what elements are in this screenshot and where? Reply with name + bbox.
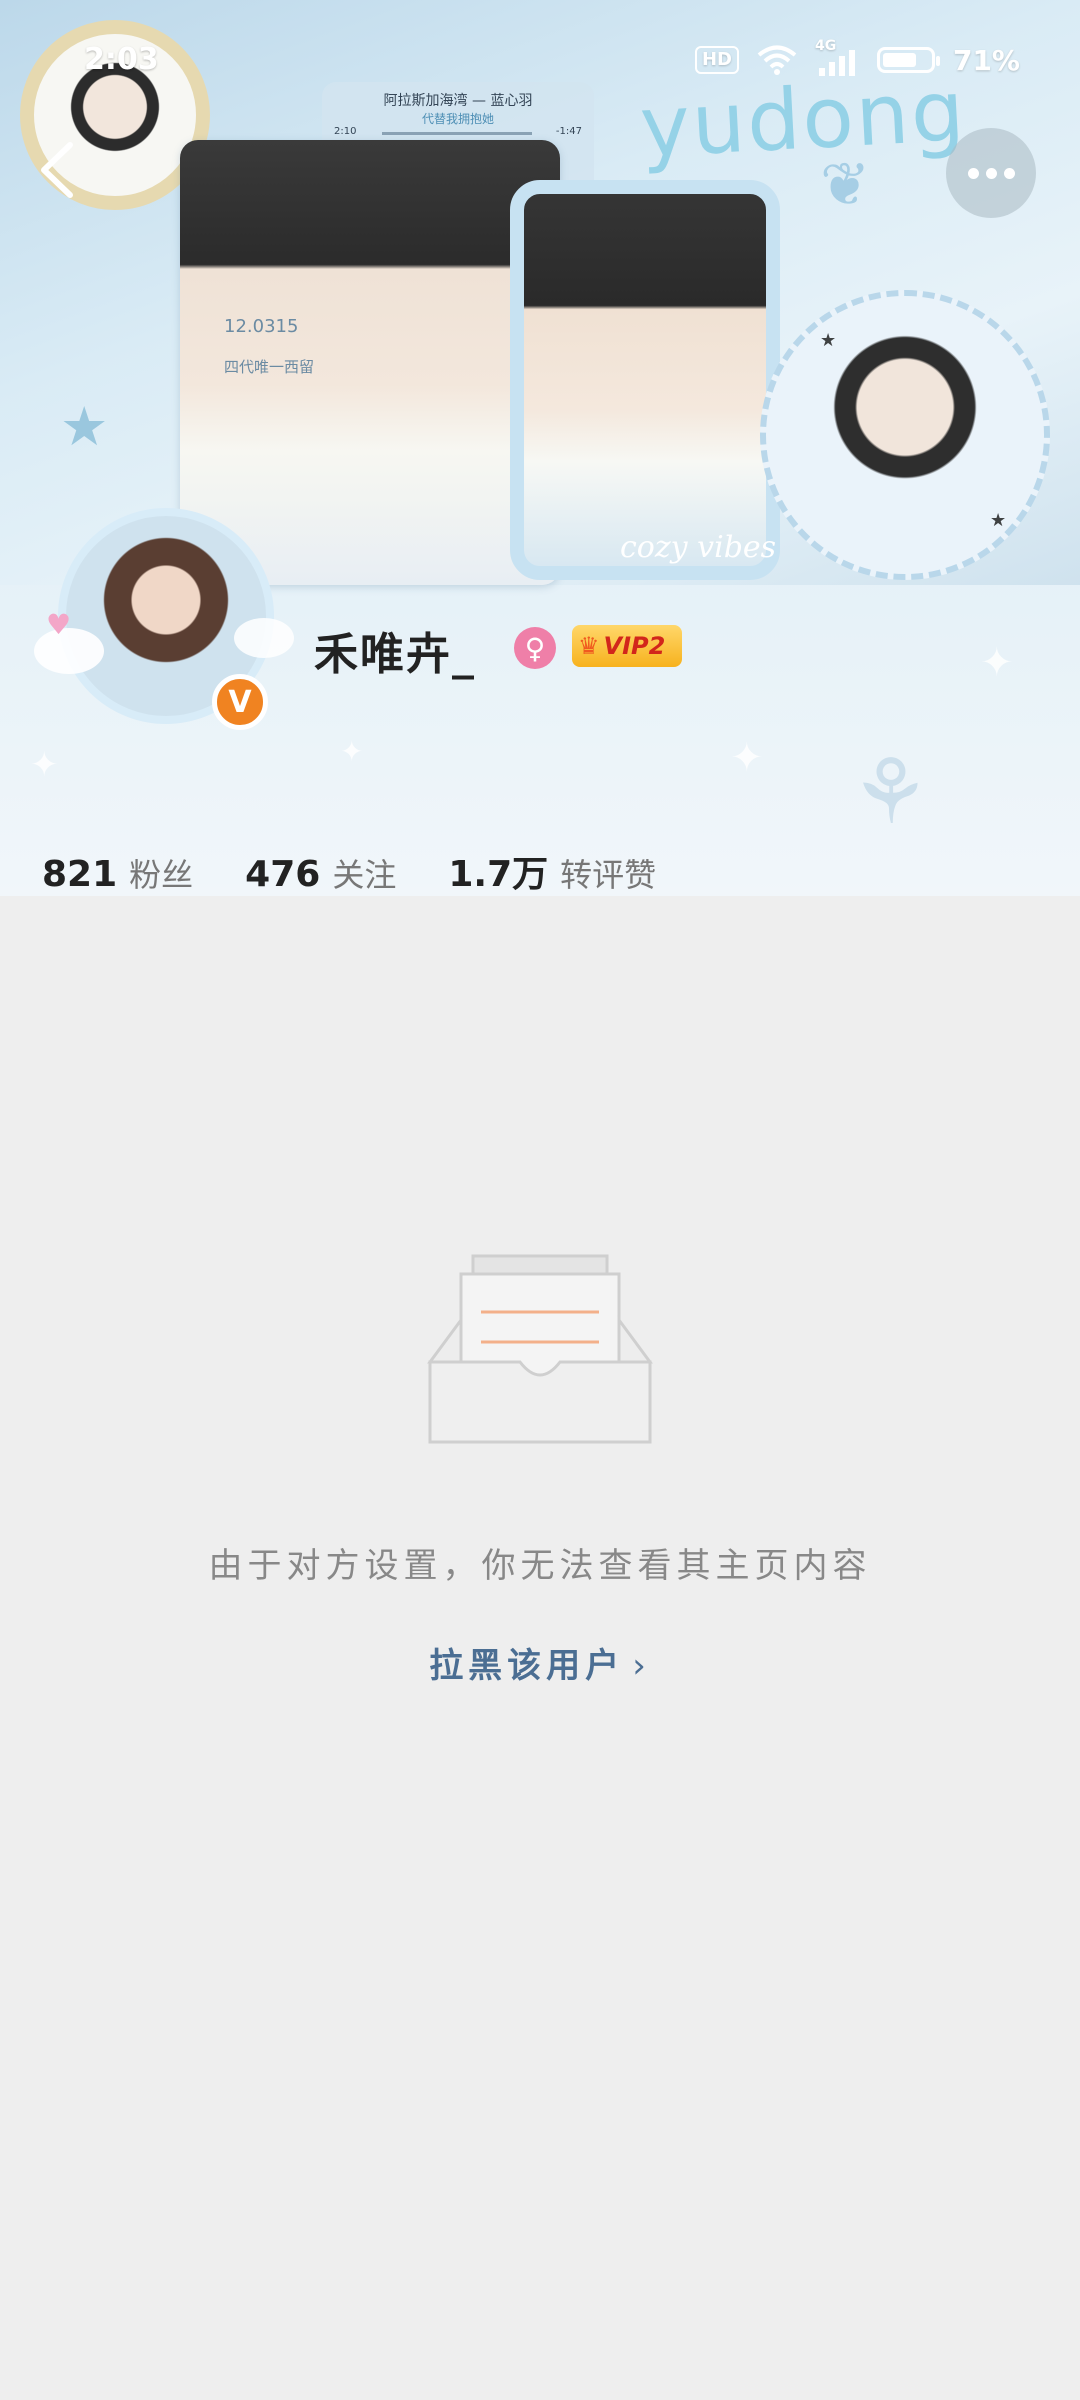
profile-stats: 821 粉丝 476 关注 1.7万 转评赞 [42,845,656,896]
stat-value: 1.7万 [448,854,549,895]
status-time: 2:03 [84,42,159,77]
music-remaining: -1:47 [555,126,582,137]
banner-caption: cozy vibes [620,530,777,565]
stat-value: 476 [245,854,321,895]
chevron-left-icon [41,142,73,198]
female-icon: ♀ [514,627,556,669]
profile-header: 阿拉斯加海湾 — 蓝心羽 代替我拥抱她 2:10 -1:47 ❚❚ yudong… [0,0,1080,896]
chevron-right-icon: › [632,1646,651,1686]
banner-photo-second [510,180,780,580]
starfish-icon: ★ [60,395,109,458]
back-button[interactable] [30,135,90,205]
stat-label: 粉丝 [129,856,194,894]
battery-icon [876,47,940,73]
heart-icon: ♥ [46,608,72,641]
banner-wordmark: yudong [637,61,969,177]
hd-icon: HD [694,46,739,74]
music-song: 阿拉斯加海湾 — 蓝心羽 [383,93,533,109]
banner-photo-third [760,290,1050,580]
music-elapsed: 2:10 [334,126,357,137]
stat-interactions[interactable]: 1.7万 转评赞 [448,845,656,896]
restricted-profile-message: 由于对方设置，你无法查看其主页内容 [208,1546,872,1586]
status-bar-right: HD 4G 71% [694,38,1020,78]
verified-badge: V [212,674,268,730]
more-options-button[interactable] [946,128,1036,218]
stat-label: 转评赞 [560,856,657,894]
block-user-label: 拉黑该用户 [429,1646,625,1686]
avatar-container[interactable]: ♥ V [34,508,294,730]
username: 禾唯卉_ [314,629,476,680]
more-dot-icon [985,167,997,179]
vip-badge[interactable]: ♛ VIP2 [572,625,682,667]
sparkle-icon: ✦ [340,735,364,768]
cover-banner-image[interactable]: 阿拉斯加海湾 — 蓝心羽 代替我拥抱她 2:10 -1:47 ❚❚ yudong… [0,0,1080,585]
block-user-link[interactable]: 拉黑该用户 › [0,1638,1080,1687]
stat-value: 821 [42,854,118,895]
battery-percent: 71% [952,43,1020,77]
sparkle-icon: ✦ [730,735,764,781]
battery-fill [882,53,916,67]
butterfly-icon: ❦ [820,150,871,220]
crown-icon: ♛ [578,632,600,660]
empty-inbox-icon [427,1254,653,1444]
stat-following[interactable]: 476 关注 [245,850,396,896]
wifi-icon [757,45,797,75]
vip-label: VIP2 [603,632,666,660]
star-icon: ★ [820,330,837,351]
sparkle-icon: ✦ [30,745,59,785]
stat-label: 关注 [332,856,397,894]
avatar-wing-decoration [234,618,294,658]
sparkle-icon: ✦ [980,640,1014,686]
network-type: 4G [814,38,837,54]
banner-notebook-date: 12.0315 [224,316,299,337]
bow-icon: ⚘ [850,740,931,845]
banner-notebook-text: 四代唯一西留 [224,358,315,376]
stat-followers[interactable]: 821 粉丝 [42,850,193,896]
music-sub: 代替我拥抱她 [421,112,494,126]
star-icon: ★ [990,510,1007,531]
more-dot-icon [967,167,979,179]
more-dot-icon [1003,167,1015,179]
music-progress-bar [382,132,532,135]
cellular-icon: 4G [815,38,859,76]
